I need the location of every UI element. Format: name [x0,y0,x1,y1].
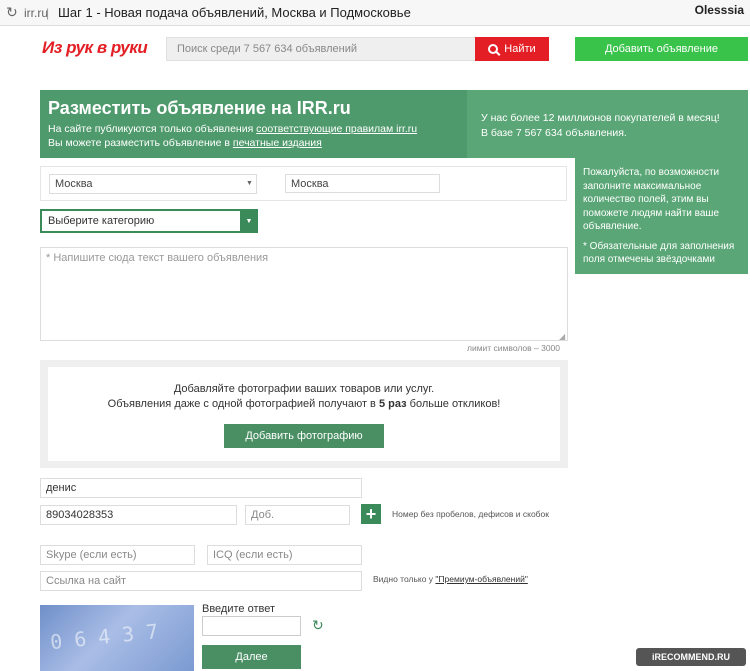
website-note-text: Видно только у [373,574,436,584]
banner-print-line: Вы можете разместить объявление в печатн… [48,137,322,149]
user-name: Olesssia [694,3,744,17]
chevron-down-icon: ▼ [246,180,253,187]
print-editions-link[interactable]: печатные издания [233,137,322,149]
plus-icon: + [365,504,377,524]
watermark: iRECOMMEND.RU [636,648,746,666]
search-input[interactable]: Поиск среди 7 567 634 объявлений [166,37,476,61]
url-text[interactable]: irr.ru [24,6,48,20]
captcha-label: Введите ответ [202,603,276,615]
buyers-stat: У нас более 12 миллионов покупателей в м… [481,112,720,124]
photo-hint-suffix: больше откликов! [406,398,501,410]
add-ad-button[interactable]: Добавить объявление [575,37,748,61]
search-icon [488,44,499,54]
icq-field[interactable]: ICQ (если есть) [207,545,362,565]
phone-note: Номер без пробелов, дефисов и скобок [392,509,549,519]
refresh-icon[interactable]: ↻ [312,617,324,634]
site-logo[interactable]: Из рук в руки [42,38,148,58]
page-title: Шаг 1 - Новая подача объявлений, Москва … [58,5,411,20]
captcha-input[interactable] [202,616,301,636]
chevron-down-icon[interactable]: ▼ [240,209,258,233]
search-button[interactable]: Найти [475,37,549,61]
city-input[interactable]: Москва [285,174,440,193]
photo-hint-line2: Объявления даже с одной фотографией полу… [48,398,560,410]
resize-handle-icon[interactable]: ◢ [559,332,565,341]
banner-print-text: Вы можете разместить объявление в [48,137,233,149]
phone-field[interactable]: 89034028353 [40,505,237,525]
skype-field[interactable]: Skype (если есть) [40,545,195,565]
ads-count-stat: В базе 7 567 634 объявления. [481,127,627,139]
ad-text-area[interactable]: * Напишите сюда текст вашего объявления [40,247,568,341]
banner-stats [467,90,748,158]
website-field[interactable]: Ссылка на сайт [40,571,362,591]
search-button-label: Найти [504,43,536,55]
add-photo-button[interactable]: Добавить фотографию [224,424,384,448]
region-select[interactable]: Москва [49,174,257,194]
char-limit: лимит символов – 3000 [467,343,561,353]
photo-hint-bold: 5 раз [378,398,407,410]
phone-ext-field[interactable]: Доб. [245,505,350,525]
reload-icon[interactable]: ↻ [6,4,18,21]
required-note: * Обязательные для заполнения поля отмеч… [583,240,735,266]
photo-hint-line1: Добавляйте фотографии ваших товаров или … [173,383,435,395]
banner-rules-text: На сайте публикуются только объявления [48,123,257,135]
banner-rules-line: На сайте публикуются только объявления с… [48,123,417,135]
name-field[interactable]: денис [40,478,362,498]
next-button[interactable]: Далее [202,645,301,669]
premium-ads-link[interactable]: "Премиум-объявлений" [435,574,527,584]
url-separator: | [46,6,50,20]
website-note: Видно только у "Премиум-объявлений" [373,574,528,584]
hint-panel: Пожалуйста, по возможности заполните мак… [575,158,748,274]
category-select[interactable]: Выберите категорию [40,209,258,233]
hint-text: Пожалуйста, по возможности заполните мак… [583,167,720,232]
banner-title: Разместить объявление на IRR.ru [48,98,351,118]
photo-hint-prefix: Объявления даже с одной фотографией полу… [107,398,379,410]
add-phone-button[interactable]: + [361,504,381,524]
rules-link[interactable]: соответствующие правилам irr.ru [256,123,417,135]
